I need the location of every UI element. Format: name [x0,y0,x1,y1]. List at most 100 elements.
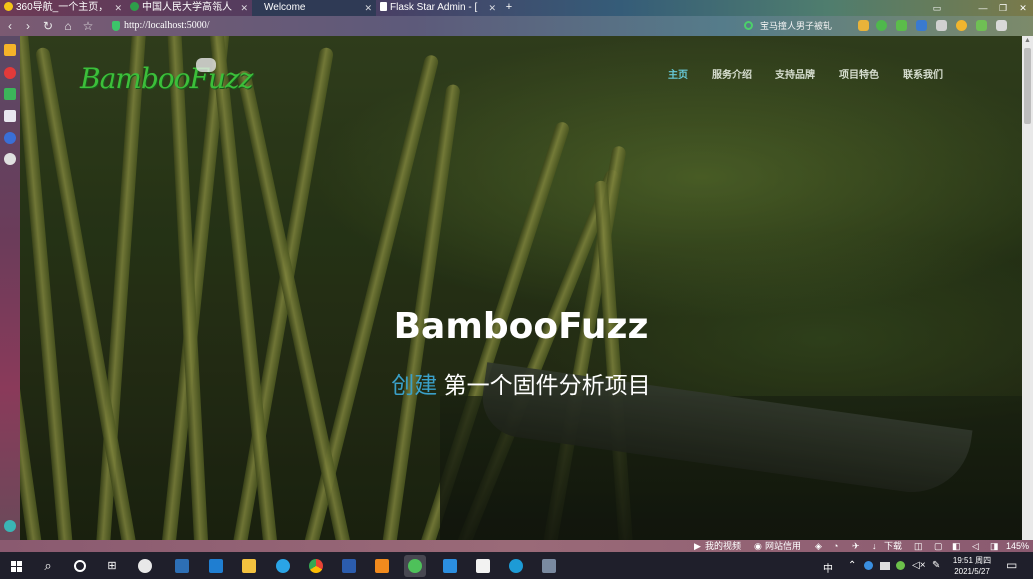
extension-icon[interactable] [936,20,947,31]
taskbar-app-word[interactable] [338,555,360,577]
close-window-icon[interactable]: ✕ [1016,1,1030,15]
taskbar-app-chrome[interactable] [305,555,327,577]
taskbar-app-photos[interactable] [538,555,560,577]
reload-icon[interactable]: ↻ [40,18,56,34]
nav-home[interactable]: 主页 [668,66,688,81]
tab-360[interactable]: 360导航_一个主页， ✕ [0,0,126,16]
nav-brands[interactable]: 支持品牌 [775,66,815,81]
tab-flask-admin[interactable]: Flask Star Admin - [ ✕ [376,0,500,16]
menu-icon[interactable]: ▭ [930,1,944,15]
new-tab-button[interactable]: + [502,0,516,16]
status-icon[interactable]: ◧ [952,540,961,552]
taskbar-app-mail[interactable] [205,555,227,577]
status-icon[interactable]: ◔ [833,540,838,552]
secure-shield-icon [112,21,120,31]
taskbar-app-pinwheel[interactable] [134,555,156,577]
windows-taskbar: ⌕ ⊞ 中 ⌃ ◁× ✎ 19:51 周四 2021/5/27 ▭ [0,552,1033,579]
sidebar-weibo-icon[interactable] [4,67,16,79]
shield-icon[interactable]: ◈ [815,540,822,552]
favorite-icon[interactable]: ☆ [80,18,96,34]
extension-icon[interactable] [956,20,967,31]
tab-close-icon[interactable]: ✕ [488,0,496,16]
tray-expand-icon[interactable]: ⌃ [848,560,856,571]
system-clock[interactable]: 19:51 周四 2021/5/27 [950,555,994,577]
scroll-up-icon[interactable]: ▲ [1022,36,1033,46]
scroll-thumb[interactable] [1024,48,1031,124]
search-suggestion: 宝马撞人男子被轧 [760,21,833,31]
tab-close-icon[interactable]: ✕ [240,0,248,16]
status-icon[interactable]: ▢ [934,540,943,552]
taskbar-app-360browser[interactable] [404,555,426,577]
browser-status-bar: ▶ 我的视频 ◉ 网站信用 ◈ ◔ ✈ ↓ 下载 ◫ ▢ ◧ ◁ ◨ 145% [0,540,1033,552]
cortana-icon[interactable] [69,555,91,577]
windows-logo-icon [11,561,16,566]
speaker-icon[interactable]: ◁ [972,540,979,552]
sidebar-favorites-icon[interactable] [4,44,16,56]
taskbar-app-typora[interactable] [472,555,494,577]
sidebar-notes-icon[interactable] [4,110,16,122]
search-icon[interactable]: ⌕ [37,555,59,577]
nav-services[interactable]: 服务介绍 [712,66,752,81]
search-box[interactable]: 宝马撞人男子被轧 [740,18,850,34]
hero-subtitle: 创建 第一个固件分析项目 [20,366,1022,400]
sidebar-globe-icon[interactable] [4,132,16,144]
taskbar-app-edge[interactable] [505,555,527,577]
nav-features[interactable]: 项目特色 [839,66,879,81]
tab-close-icon[interactable]: ✕ [114,0,122,16]
battery-icon[interactable] [880,562,890,570]
tab-close-icon[interactable]: ✕ [364,0,372,16]
tray-app-icon[interactable] [896,561,905,570]
status-download[interactable]: 下载 [884,540,902,552]
taskbar-app-ie[interactable] [272,555,294,577]
status-icon[interactable]: ✈ [852,540,860,552]
hero-subtitle-rest: 第一个固件分析项目 [437,372,651,398]
ime-indicator[interactable]: 中 [823,560,833,575]
tab-ruc[interactable]: 中国人民大学高瓴人 ✕ [126,0,252,16]
back-icon[interactable]: ‹ [2,18,18,34]
notification-icon[interactable]: ▭ [1006,558,1017,572]
minimize-icon[interactable]: — [976,1,990,15]
hero-subtitle-accent: 创建 [391,372,438,398]
tray-app-icon[interactable] [864,561,873,570]
task-view-icon[interactable]: ⊞ [101,555,123,577]
tray-pen-icon[interactable]: ✎ [932,560,940,571]
search-engine-icon [744,21,753,30]
restore-icon[interactable]: ❐ [996,1,1010,15]
taskbar-app-explorer[interactable] [238,555,260,577]
nav-contact[interactable]: 联系我们 [903,66,943,81]
extension-icon[interactable] [858,20,869,31]
undo-icon[interactable] [996,20,1007,31]
sidebar-assistant-icon[interactable] [4,520,16,532]
tab-label: Welcome [264,2,306,13]
extension-icon[interactable] [876,20,887,31]
webpage-viewport: BambooFuzz 主页 服务介绍 支持品牌 项目特色 联系我们 Bamboo… [20,36,1022,540]
taskbar-app-calculator[interactable] [171,555,193,577]
sidebar-game-icon[interactable] [4,153,16,165]
browser-toolbar: ‹ › ↻ ⌂ ☆ http://localhost:5000/ 宝马撞人男子被… [0,16,1033,36]
page-scrollbar[interactable]: ▲ [1022,36,1033,540]
status-icon[interactable]: ◫ [914,540,923,552]
extension-icon[interactable] [976,20,987,31]
taskbar-app-vscode[interactable] [439,555,461,577]
extension-icon[interactable] [896,20,907,31]
forward-icon[interactable]: › [20,18,36,34]
zoom-level[interactable]: 145% [1006,540,1029,552]
home-icon[interactable]: ⌂ [60,18,76,34]
tab-welcome[interactable]: Welcome ✕ [252,0,376,16]
status-my-videos[interactable]: 我的视频 [705,540,741,552]
address-bar[interactable]: http://localhost:5000/ [104,18,722,34]
download-icon: ↓ [872,541,877,551]
tab-label: Flask Star Admin - [ [390,2,478,13]
extension-icon[interactable] [916,20,927,31]
volume-icon[interactable]: ◁× [912,560,926,571]
url-text: http://localhost:5000/ [124,20,210,31]
logo-panda-icon [196,58,216,72]
sidebar-app-icon[interactable] [4,88,16,100]
hero-title: BambooFuzz [393,306,649,347]
start-button[interactable] [6,555,28,577]
taskbar-app-vmware[interactable] [371,555,393,577]
site-credit-icon: ◉ [754,541,762,551]
site-logo[interactable]: BambooFuzz [80,62,253,95]
status-site-credit[interactable]: 网站信用 [765,540,801,552]
status-icon[interactable]: ◨ [990,540,999,552]
